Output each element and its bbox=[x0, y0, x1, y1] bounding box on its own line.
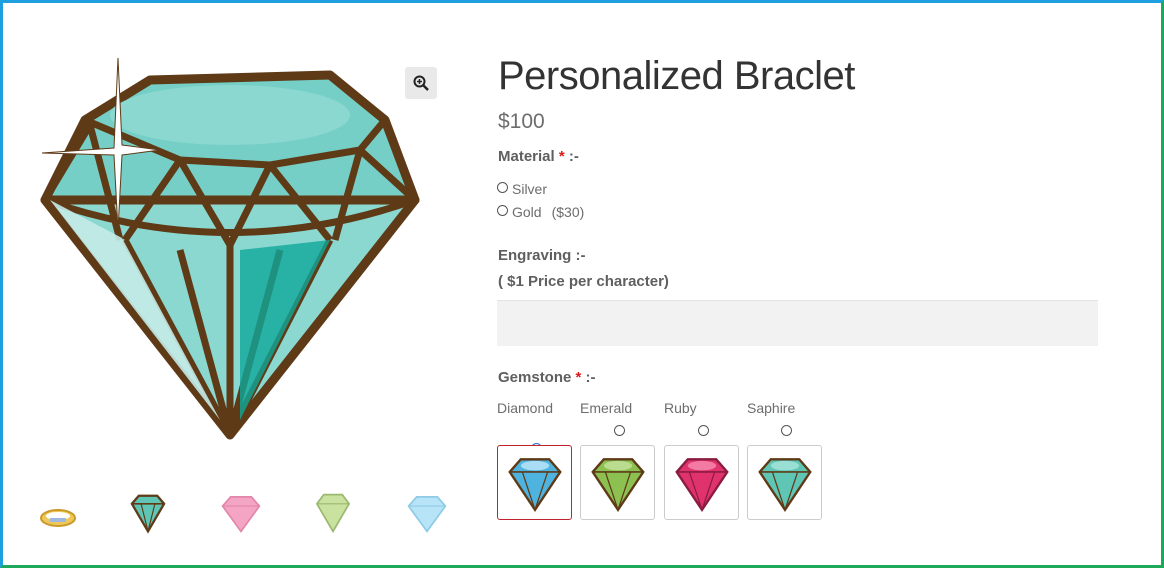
gold-label: Gold bbox=[512, 204, 542, 220]
engraving-label: Engraving :- bbox=[498, 247, 586, 264]
saphire-swatch[interactable] bbox=[747, 445, 822, 520]
gemstone-label-text: Gemstone bbox=[498, 369, 572, 386]
emerald-swatch[interactable] bbox=[580, 445, 655, 520]
gemstone-option-saphire[interactable]: Saphire bbox=[747, 400, 823, 520]
thumbnail-gallery bbox=[20, 490, 460, 550]
ring-thumbnail[interactable] bbox=[38, 490, 98, 546]
label-suffix: :- bbox=[585, 369, 596, 386]
gem-name: Saphire bbox=[747, 400, 796, 416]
zoom-button[interactable] bbox=[405, 67, 437, 99]
ruby-swatch[interactable] bbox=[664, 445, 739, 520]
gemstone-label: Gemstone * :- bbox=[498, 369, 596, 386]
product-title: Personalized Braclet bbox=[498, 54, 855, 98]
gemstone-option-diamond[interactable]: Diamond bbox=[497, 400, 573, 520]
gemstone-option-ruby[interactable]: Ruby bbox=[664, 400, 740, 520]
gem-name: Emerald bbox=[580, 400, 633, 416]
required-mark: * bbox=[558, 148, 565, 165]
saphire-radio[interactable] bbox=[781, 425, 792, 436]
product-main-image[interactable] bbox=[30, 50, 430, 450]
gem-name: Ruby bbox=[664, 400, 697, 416]
required-mark: * bbox=[575, 369, 582, 386]
zoom-in-icon bbox=[413, 75, 429, 91]
pink-diamond-thumbnail[interactable] bbox=[218, 490, 278, 546]
ruby-radio[interactable] bbox=[698, 425, 709, 436]
material-label-text: Material bbox=[498, 148, 555, 165]
label-suffix: :- bbox=[568, 148, 579, 165]
material-option-gold[interactable]: Gold ($30) bbox=[497, 201, 584, 220]
teal-diamond-thumbnail[interactable] bbox=[125, 490, 185, 546]
engraving-input[interactable] bbox=[497, 300, 1098, 346]
emerald-radio[interactable] bbox=[614, 425, 625, 436]
gemstone-option-emerald[interactable]: Emerald bbox=[580, 400, 656, 520]
silver-label: Silver bbox=[512, 181, 548, 197]
engraving-note: ( $1 Price per character) bbox=[498, 273, 669, 290]
material-label: Material * :- bbox=[498, 148, 579, 165]
green-diamond-thumbnail[interactable] bbox=[310, 490, 370, 546]
diamond-swatch[interactable] bbox=[497, 445, 572, 520]
gold-extra-price: ($30) bbox=[551, 204, 585, 220]
gold-radio[interactable] bbox=[497, 205, 508, 216]
blue-diamond-thumbnail[interactable] bbox=[404, 490, 464, 546]
product-price: $100 bbox=[498, 110, 545, 133]
material-option-silver[interactable]: Silver bbox=[497, 178, 547, 197]
silver-radio[interactable] bbox=[497, 182, 508, 193]
gem-name: Diamond bbox=[497, 400, 554, 416]
